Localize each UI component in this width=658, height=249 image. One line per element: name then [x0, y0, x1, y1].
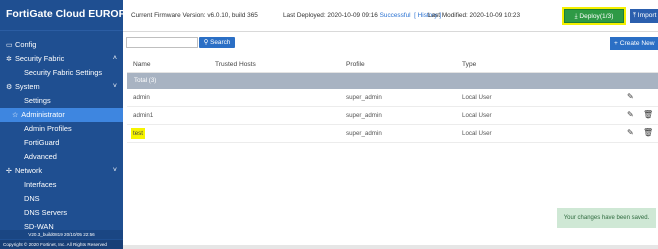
create-new-label: Create New — [619, 40, 655, 47]
sidebar-item-label: Interfaces — [24, 180, 57, 189]
cell-type: Local User — [462, 94, 492, 101]
cell-name: admin1 — [133, 112, 154, 119]
create-new-button[interactable]: + Create New — [610, 37, 658, 50]
app-title: FortiGate Cloud EUROPE — [0, 0, 123, 31]
table-row[interactable]: test super_admin Local User ✎ 🗑 — [127, 125, 658, 143]
cell-type: Local User — [462, 130, 492, 137]
sidebar-item-label: DNS Servers — [24, 208, 68, 217]
sidebar-item-label: Admin Profiles — [24, 124, 72, 133]
star-icon[interactable]: ☆ — [12, 112, 18, 119]
sidebar-item-security-fabric[interactable]: ✲ Security Fabric ˄ — [0, 52, 123, 66]
sidebar-item-dns-servers[interactable]: DNS Servers — [0, 206, 123, 220]
table-header: Name Trusted Hosts Profile Type — [127, 55, 658, 73]
search-button-label: Search — [210, 39, 231, 46]
monitor-icon: ▭ — [6, 42, 13, 49]
sidebar-item-dns[interactable]: DNS — [0, 192, 123, 206]
column-header-trusted-hosts[interactable]: Trusted Hosts — [215, 61, 256, 68]
fabric-icon: ✲ — [6, 56, 12, 63]
deploy-status-link[interactable]: Successful — [380, 12, 411, 19]
trash-icon[interactable]: 🗑 — [643, 128, 653, 137]
chevron-down-icon: ˅ — [112, 83, 117, 90]
group-total-row[interactable]: Total (3) — [127, 73, 658, 89]
system-icon: ⚙ — [6, 84, 13, 91]
plus-icon: + — [614, 40, 618, 47]
cell-profile: super_admin — [346, 112, 382, 119]
import-button-label: Import — [637, 12, 657, 19]
horizontal-scrollbar[interactable] — [123, 245, 658, 249]
top-bar: Current Firmware Version: v6.0.10, build… — [123, 0, 658, 32]
sidebar-item-network[interactable]: ✢ Network ˅ — [0, 164, 123, 178]
sidebar-item-interfaces[interactable]: Interfaces — [0, 178, 123, 192]
sidebar-item-label: Administrator — [21, 110, 65, 119]
column-header-profile[interactable]: Profile — [346, 61, 365, 68]
success-toast: Your changes have been saved. — [557, 208, 656, 228]
last-deployed-label: Last Deployed: 2020-10-09 09:16 — [283, 12, 378, 19]
cell-name: admin — [133, 94, 150, 101]
cell-profile: super_admin — [346, 94, 382, 101]
sidebar-item-advanced[interactable]: Advanced — [0, 150, 123, 164]
last-modified: Last Modified: 2020-10-09 10:23 — [428, 12, 521, 19]
search-input[interactable] — [126, 37, 198, 48]
search-button[interactable]: ⚲ Search — [199, 37, 235, 48]
firmware-version: Current Firmware Version: v6.0.10, build… — [131, 12, 258, 19]
deploy-button-label: Deploy(1/3) — [579, 13, 614, 20]
table-row[interactable]: admin1 super_admin Local User ✎ 🗑 — [127, 107, 658, 125]
column-header-name[interactable]: Name — [133, 61, 151, 68]
chevron-up-icon: ˄ — [112, 55, 117, 62]
sidebar-nav: ▭ Config ✲ Security Fabric ˄ Security Fabr… — [0, 38, 123, 234]
table-row[interactable]: admin super_admin Local User ✎ — [127, 89, 658, 107]
sidebar-item-config[interactable]: ▭ Config — [0, 38, 123, 52]
sidebar-item-label: Advanced — [24, 152, 57, 161]
upload-icon: ⤒ — [633, 12, 636, 19]
admin-table: Name Trusted Hosts Profile Type Total (3… — [127, 55, 658, 143]
edit-icon[interactable]: ✎ — [627, 128, 634, 137]
edit-icon[interactable]: ✎ — [627, 110, 634, 119]
search-icon: ⚲ — [203, 39, 209, 46]
cell-profile: super_admin — [346, 130, 382, 137]
deploy-button[interactable]: ⤓ Deploy(1/3) — [564, 9, 624, 23]
network-icon: ✢ — [6, 168, 12, 175]
sidebar-item-system[interactable]: ⚙ System ˅ — [0, 80, 123, 94]
sidebar-item-label: Security Fabric Settings — [24, 68, 103, 77]
version-label: V20.3_build0819 20/10/05 22:56 — [0, 230, 123, 239]
sidebar: FortiGate Cloud EUROPE ▭ Config ✲ Security… — [0, 0, 123, 249]
import-button[interactable]: ⤒ Import — [630, 9, 658, 23]
sidebar-item-label: Network — [15, 166, 43, 175]
sidebar-item-administrator[interactable]: ☆ Administrator — [0, 108, 123, 122]
edit-icon[interactable]: ✎ — [627, 92, 634, 101]
sidebar-item-admin-profiles[interactable]: Admin Profiles — [0, 122, 123, 136]
sidebar-item-label: System — [15, 82, 40, 91]
cell-name: test — [133, 130, 143, 137]
sidebar-item-label: DNS — [24, 194, 40, 203]
sidebar-item-fortiguard[interactable]: FortiGuard — [0, 136, 123, 150]
chevron-down-icon: ˅ — [112, 167, 117, 174]
download-icon: ⤓ — [574, 13, 578, 20]
trash-icon[interactable]: 🗑 — [643, 110, 653, 119]
copyright-label: Copyright © 2020 Fortinet, Inc. All Righ… — [0, 240, 123, 249]
sidebar-item-settings[interactable]: Settings — [0, 94, 123, 108]
column-header-type[interactable]: Type — [462, 61, 476, 68]
sidebar-item-label: FortiGuard — [24, 138, 60, 147]
sidebar-item-label: Settings — [24, 96, 51, 105]
last-deployed: Last Deployed: 2020-10-09 09:16 Successf… — [283, 12, 441, 19]
sidebar-item-label: Security Fabric — [15, 54, 65, 63]
cell-type: Local User — [462, 112, 492, 119]
sidebar-item-label: Config — [15, 40, 37, 49]
sidebar-item-security-fabric-settings[interactable]: Security Fabric Settings — [0, 66, 123, 80]
